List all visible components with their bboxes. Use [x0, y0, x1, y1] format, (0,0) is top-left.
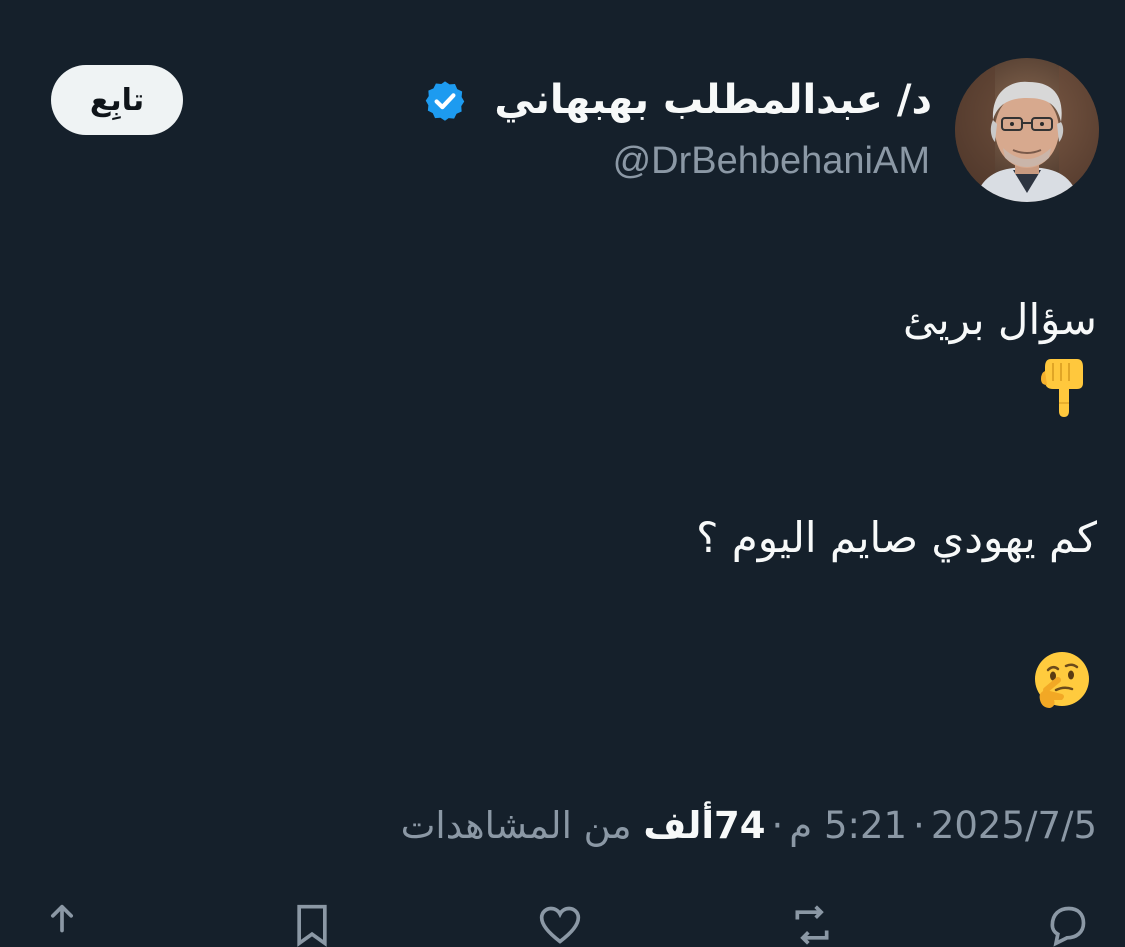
meta-separator: ·	[913, 804, 925, 847]
retweet-icon[interactable]	[790, 903, 834, 947]
views-label: من المشاهدات	[400, 804, 632, 847]
follow-button[interactable]: تابِع	[51, 65, 183, 135]
tweet-text-line: سؤال بريئ	[903, 295, 1097, 344]
share-icon[interactable]	[40, 903, 84, 947]
tweet-meta: 2025/7/5·5:21 م·74ألف من المشاهدات	[401, 800, 1097, 852]
bookmark-icon[interactable]	[290, 903, 334, 947]
tweet-time[interactable]: 5:21 م	[789, 804, 907, 847]
verified-badge-icon	[425, 81, 465, 121]
tweet-date[interactable]: 2025/7/5	[931, 804, 1097, 847]
reply-icon[interactable]	[1045, 903, 1089, 947]
tweet-text-line: كم يهودي صايم اليوم ؟	[696, 513, 1097, 562]
tweet-card: د/ عبدالمطلب بهبهاني @DrBehbehaniAM تابِ…	[0, 0, 1125, 947]
action-bar	[0, 895, 1125, 947]
meta-separator: ·	[771, 804, 784, 847]
pointing-down-emoji-icon	[1039, 355, 1089, 423]
author-display-name[interactable]: د/ عبدالمطلب بهبهاني	[494, 72, 932, 128]
author-handle[interactable]: @DrBehbehaniAM	[613, 135, 930, 187]
avatar[interactable]	[955, 58, 1099, 202]
like-icon[interactable]	[538, 903, 582, 947]
views-count: 74ألف	[643, 804, 766, 847]
avatar-photo	[955, 58, 1099, 202]
thinking-face-emoji-icon	[1032, 650, 1092, 714]
